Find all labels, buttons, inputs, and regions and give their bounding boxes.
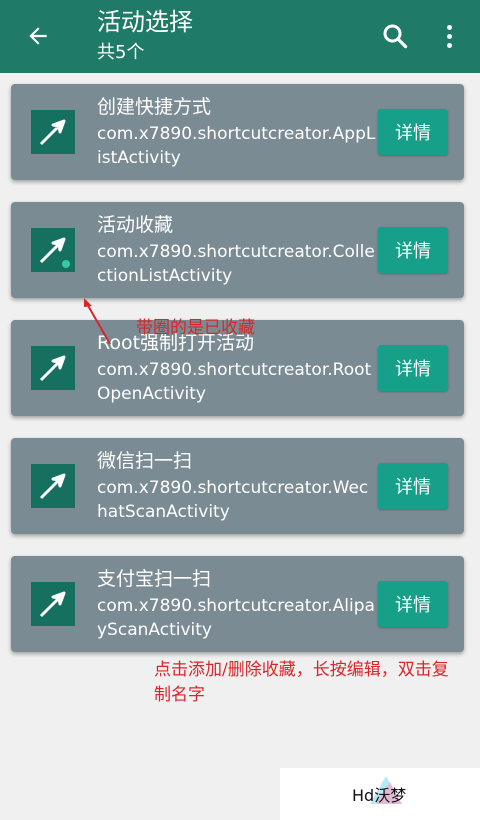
shortcut-arrow-icon bbox=[31, 228, 75, 272]
favorite-annotation: 带圈的是已收藏 bbox=[136, 318, 255, 338]
back-button[interactable] bbox=[20, 18, 56, 54]
activity-name: 活动收藏 bbox=[97, 214, 174, 236]
detail-button[interactable]: 详情 bbox=[378, 581, 448, 627]
activity-card[interactable]: 微信扫一扫 com.x7890.shortcutcreator.WechatSc… bbox=[11, 438, 464, 534]
detail-button[interactable]: 详情 bbox=[378, 227, 448, 273]
more-dot-icon bbox=[446, 33, 452, 39]
search-icon bbox=[383, 24, 408, 49]
shortcut-arrow-icon bbox=[31, 110, 75, 154]
item-count: 共5个 bbox=[97, 42, 145, 63]
shortcut-arrow-icon bbox=[31, 582, 75, 626]
detail-button[interactable]: 详情 bbox=[378, 463, 448, 509]
usage-annotation: 点击添加/删除收藏，长按编辑，双击复制名字 bbox=[154, 660, 449, 705]
activity-package: com.x7890.shortcutcreator.CollectionList… bbox=[97, 242, 375, 286]
more-dot-icon bbox=[446, 24, 452, 30]
activity-card[interactable]: 创建快捷方式 com.x7890.shortcutcreator.AppList… bbox=[11, 84, 464, 180]
back-arrow-icon bbox=[29, 27, 47, 45]
title-group: 活动选择 共5个 bbox=[97, 6, 193, 66]
activity-name: 微信扫一扫 bbox=[97, 450, 193, 472]
app-bar: 活动选择 共5个 bbox=[0, 0, 480, 73]
search-button[interactable] bbox=[380, 20, 410, 52]
more-options-button[interactable] bbox=[438, 20, 460, 52]
watermark-text: Hd沃梦 bbox=[352, 786, 407, 805]
activity-package: com.x7890.shortcutcreator.AppListActivit… bbox=[97, 124, 376, 168]
activity-list: 创建快捷方式 com.x7890.shortcutcreator.AppList… bbox=[11, 84, 464, 674]
page-title: 活动选择 bbox=[97, 8, 193, 36]
shortcut-arrow-icon bbox=[31, 464, 75, 508]
detail-button[interactable]: 详情 bbox=[378, 345, 448, 391]
activity-package: com.x7890.shortcutcreator.WechatScanActi… bbox=[97, 478, 369, 522]
activity-name: 支付宝扫一扫 bbox=[97, 568, 212, 590]
activity-name: 创建快捷方式 bbox=[97, 96, 212, 118]
activity-package: com.x7890.shortcutcreator.RootOpenActivi… bbox=[97, 360, 372, 404]
activity-card[interactable]: 活动收藏 com.x7890.shortcutcreator.Collectio… bbox=[11, 202, 464, 298]
shortcut-arrow-icon bbox=[31, 346, 75, 390]
activity-card[interactable]: 支付宝扫一扫 com.x7890.shortcutcreator.AlipayS… bbox=[11, 556, 464, 652]
favorite-dot-icon bbox=[62, 260, 70, 268]
activity-package: com.x7890.shortcutcreator.AlipayScanActi… bbox=[97, 596, 375, 640]
more-dot-icon bbox=[446, 42, 452, 48]
watermark: Hd沃梦 bbox=[280, 768, 480, 820]
annotation-arrow-icon bbox=[84, 298, 111, 345]
detail-button[interactable]: 详情 bbox=[378, 109, 448, 155]
